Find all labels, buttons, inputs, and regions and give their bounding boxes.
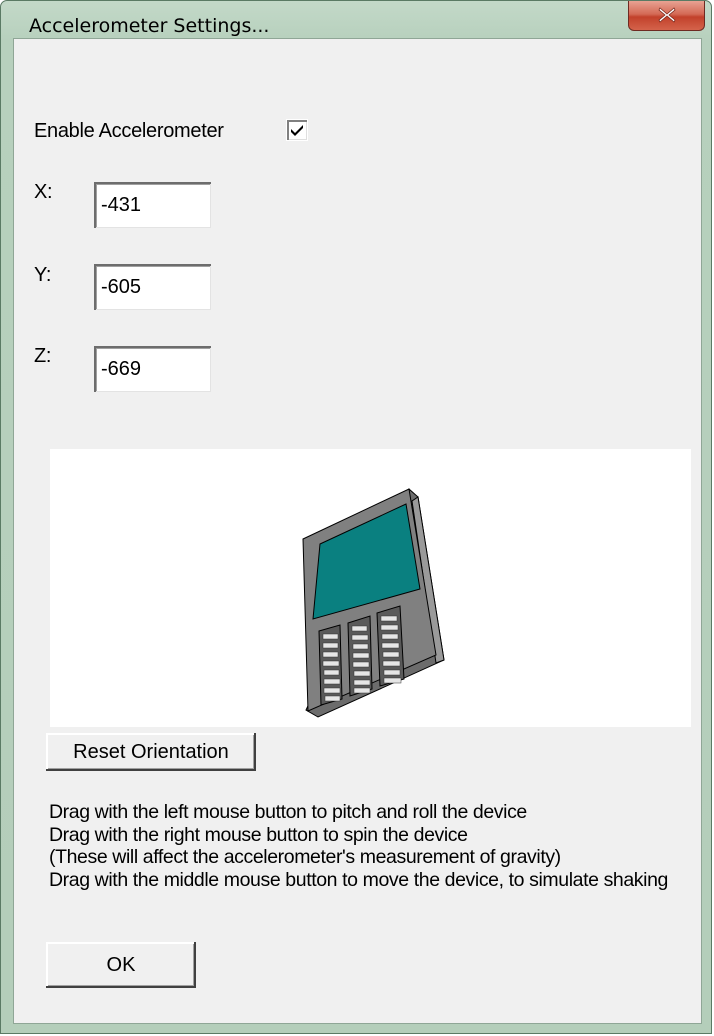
- window-title: Accelerometer Settings...: [29, 15, 270, 37]
- z-label: Z:: [34, 345, 52, 367]
- x-input[interactable]: [94, 182, 211, 228]
- help-text: Drag with the left mouse button to pitch…: [49, 801, 699, 891]
- y-input[interactable]: [94, 264, 211, 310]
- dialog-body: Enable Accelerometer X: Y: Z:: [13, 38, 702, 1024]
- enable-accelerometer-checkbox[interactable]: [286, 119, 308, 141]
- close-icon: [658, 7, 676, 23]
- reset-orientation-button[interactable]: Reset Orientation: [46, 733, 256, 771]
- x-label: X:: [34, 181, 53, 203]
- y-label: Y:: [34, 264, 52, 286]
- ok-button[interactable]: OK: [46, 942, 196, 988]
- z-input[interactable]: [94, 346, 211, 392]
- accelerometer-settings-window: Accelerometer Settings... Enable Acceler…: [0, 0, 712, 1034]
- help-line: (These will affect the accelerometer's m…: [49, 846, 561, 868]
- phone-icon: [302, 488, 445, 718]
- help-line: Drag with the left mouse button to pitch…: [49, 801, 527, 823]
- enable-accelerometer-label: Enable Accelerometer: [34, 120, 224, 142]
- close-button[interactable]: [628, 1, 705, 31]
- checkmark-icon: [291, 125, 303, 136]
- help-line: Drag with the right mouse button to spin…: [49, 823, 468, 846]
- help-line: Drag with the middle mouse button to mov…: [49, 868, 668, 891]
- device-orientation-canvas[interactable]: [50, 449, 691, 727]
- title-bar[interactable]: Accelerometer Settings...: [1, 1, 711, 39]
